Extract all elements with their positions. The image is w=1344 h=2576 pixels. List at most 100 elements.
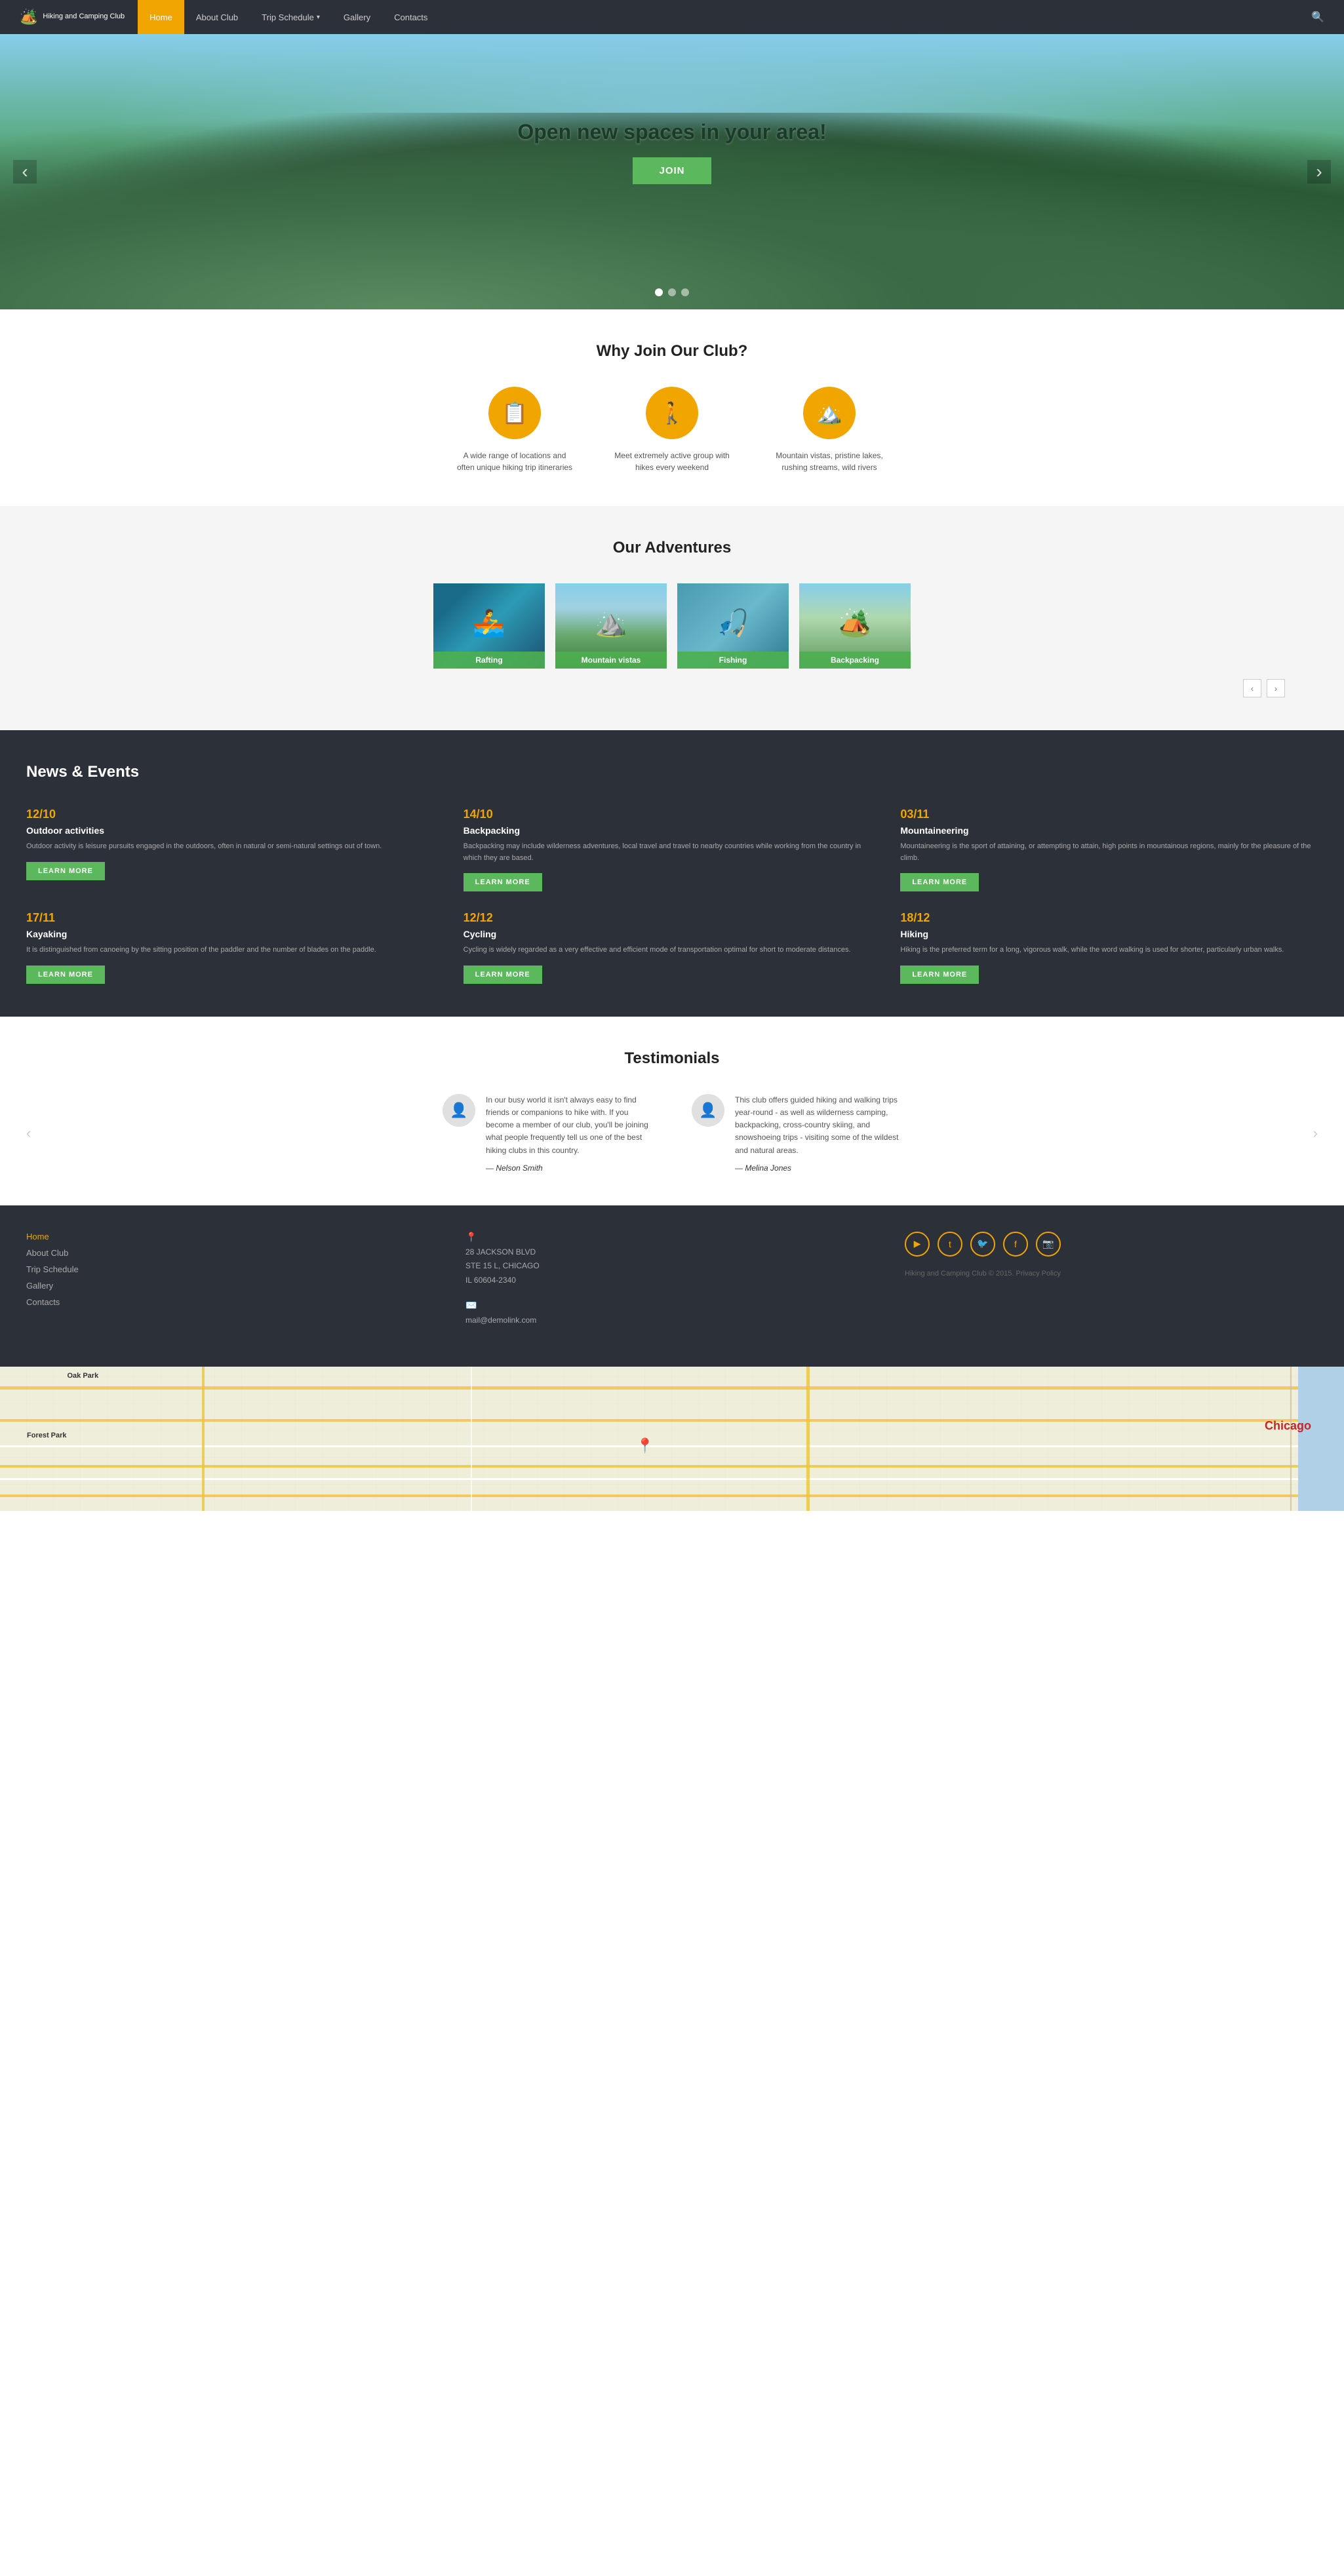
testimonials-title: Testimonials — [26, 1049, 1318, 1068]
news-learnmore-backpacking[interactable]: LEARN MORE — [464, 873, 542, 891]
map-road-v1 — [202, 1367, 205, 1511]
footer-street: 28 JACKSON BLVD — [465, 1247, 536, 1257]
nav-gallery[interactable]: Gallery — [332, 0, 382, 34]
news-learnmore-hiking[interactable]: LEARN MORE — [900, 966, 979, 984]
news-title-outdoor: Outdoor activities — [26, 825, 444, 836]
logo-icon: 🏕️ — [20, 9, 37, 26]
footer-social: ▶ t 🐦 f 📷 — [905, 1232, 1318, 1257]
testimonial-melina-content: This club offers guided hiking and walki… — [735, 1094, 901, 1173]
news-date-outdoor: 12/10 — [26, 808, 444, 821]
news-title-kayaking: Kayaking — [26, 929, 444, 939]
news-learnmore-cycling[interactable]: LEARN MORE — [464, 966, 542, 984]
nav-contacts[interactable]: Contacts — [382, 0, 439, 34]
adventure-backpacking[interactable]: Backpacking — [799, 583, 911, 669]
email-icon: ✉️ — [465, 1300, 879, 1311]
footer-link-trip[interactable]: Trip Schedule — [26, 1264, 439, 1274]
news-learnmore-outdoor[interactable]: LEARN MORE — [26, 862, 105, 880]
hero-prev-button[interactable]: ‹ — [13, 160, 37, 184]
map-pin: 📍 — [636, 1437, 654, 1454]
adventures-grid: Rafting Mountain vistas Fishing Backpack… — [20, 583, 1324, 669]
adventure-mountain[interactable]: Mountain vistas — [555, 583, 667, 669]
main-nav: Home About Club Trip Schedule Gallery Co… — [138, 0, 1324, 34]
news-item-backpacking: 14/10 Backpacking Backpacking may includ… — [464, 808, 881, 891]
join-button[interactable]: JOIN — [633, 157, 711, 184]
news-title-hiking: Hiking — [900, 929, 1318, 939]
feature-group-text: Meet extremely active group with hikes e… — [613, 450, 731, 473]
news-desc-cycling: Cycling is widely regarded as a very eff… — [464, 945, 881, 956]
testimonial-nelson-text: In our busy world it isn't always easy t… — [486, 1094, 652, 1157]
testimonials-prev-button[interactable]: ‹ — [26, 1125, 31, 1142]
social-instagram[interactable]: 📷 — [1036, 1232, 1061, 1257]
news-desc-hiking: Hiking is the preferred term for a long,… — [900, 945, 1318, 956]
adventure-rafting[interactable]: Rafting — [433, 583, 545, 669]
adventures-title: Our Adventures — [20, 539, 1324, 557]
nav-about[interactable]: About Club — [184, 0, 250, 34]
news-title-cycling: Cycling — [464, 929, 881, 939]
adventures-nav: ‹ › — [20, 679, 1324, 697]
footer-link-contacts[interactable]: Contacts — [26, 1297, 439, 1307]
news-section: News & Events 12/10 Outdoor activities O… — [0, 730, 1344, 1017]
footer-contact: 📍 28 JACKSON BLVD STE 15 L, CHICAGO IL 6… — [465, 1232, 879, 1327]
news-learnmore-kayaking[interactable]: LEARN MORE — [26, 966, 105, 984]
search-icon[interactable]: 🔍 — [1311, 10, 1324, 24]
social-twitter[interactable]: 🐦 — [970, 1232, 995, 1257]
testimonials-section: Testimonials ‹ 👤 In our busy world it is… — [0, 1017, 1344, 1205]
footer-grid: Home About Club Trip Schedule Gallery Co… — [26, 1232, 1318, 1327]
hero-dot-3[interactable] — [681, 288, 689, 296]
footer-social-column: ▶ t 🐦 f 📷 Hiking and Camping Club © 2015… — [905, 1232, 1318, 1327]
social-youtube[interactable]: ▶ — [905, 1232, 930, 1257]
news-item-cycling: 12/12 Cycling Cycling is widely regarded… — [464, 911, 881, 984]
news-desc-backpacking: Backpacking may include wilderness adven… — [464, 841, 881, 864]
news-title-backpacking: Backpacking — [464, 825, 881, 836]
news-desc-mountaineering: Mountaineering is the sport of attaining… — [900, 841, 1318, 864]
news-grid: 12/10 Outdoor activities Outdoor activit… — [26, 808, 1318, 984]
map-road-v2 — [471, 1367, 472, 1511]
news-learnmore-mountaineering[interactable]: LEARN MORE — [900, 873, 979, 891]
hero-dot-1[interactable] — [655, 288, 663, 296]
feature-locations: 📋 A wide range of locations and often un… — [456, 387, 574, 473]
feature-locations-icon: 📋 — [488, 387, 541, 439]
testimonial-melina: 👤 This club offers guided hiking and wal… — [692, 1094, 901, 1173]
nav-trip-schedule[interactable]: Trip Schedule — [250, 0, 332, 34]
news-item-outdoor: 12/10 Outdoor activities Outdoor activit… — [26, 808, 444, 891]
adventure-backpacking-label: Backpacking — [799, 652, 911, 669]
why-join-section: Why Join Our Club? 📋 A wide range of loc… — [0, 309, 1344, 506]
feature-group-icon: 🚶 — [646, 387, 698, 439]
testimonial-nelson-author: — Nelson Smith — [486, 1163, 652, 1173]
map-label-oak-park: Oak Park — [68, 1372, 99, 1380]
adventure-fishing[interactable]: Fishing — [677, 583, 789, 669]
news-item-mountaineering: 03/11 Mountaineering Mountaineering is t… — [900, 808, 1318, 891]
footer-copyright: Hiking and Camping Club © 2015. Privacy … — [905, 1270, 1318, 1278]
footer-link-gallery[interactable]: Gallery — [26, 1281, 439, 1291]
news-date-mountaineering: 03/11 — [900, 808, 1318, 821]
adventures-prev-button[interactable]: ‹ — [1243, 679, 1261, 697]
footer-nav: Home About Club Trip Schedule Gallery Co… — [26, 1232, 439, 1327]
testimonial-nelson-content: In our busy world it isn't always easy t… — [486, 1094, 652, 1173]
hero-dot-2[interactable] — [668, 288, 676, 296]
map-label-forest-park: Forest Park — [27, 1432, 67, 1439]
news-date-cycling: 12/12 — [464, 911, 881, 925]
testimonials-row: ‹ 👤 In our busy world it isn't always ea… — [26, 1094, 1318, 1173]
avatar-melina: 👤 — [692, 1094, 724, 1127]
news-title: News & Events — [26, 763, 1318, 781]
testimonial-melina-text: This club offers guided hiking and walki… — [735, 1094, 901, 1157]
footer-link-about[interactable]: About Club — [26, 1248, 439, 1258]
adventure-fishing-label: Fishing — [677, 652, 789, 669]
logo[interactable]: 🏕️ Hiking and Camping Club — [20, 9, 125, 26]
news-item-kayaking: 17/11 Kayaking It is distinguished from … — [26, 911, 444, 984]
footer-link-home[interactable]: Home — [26, 1232, 439, 1241]
why-join-title: Why Join Our Club? — [20, 342, 1324, 361]
hero-next-button[interactable]: › — [1307, 160, 1331, 184]
social-tumblr[interactable]: t — [938, 1232, 962, 1257]
footer-zip: IL 60604-2340 — [465, 1276, 516, 1285]
hero-title: Open new spaces in your area! — [517, 120, 826, 144]
feature-vistas-icon: 🏔️ — [803, 387, 856, 439]
news-date-kayaking: 17/11 — [26, 911, 444, 925]
adventure-mountain-label: Mountain vistas — [555, 652, 667, 669]
news-date-backpacking: 14/10 — [464, 808, 881, 821]
testimonials-next-button[interactable]: › — [1313, 1125, 1318, 1142]
location-icon: 📍 — [465, 1232, 879, 1243]
adventures-next-button[interactable]: › — [1267, 679, 1285, 697]
social-facebook[interactable]: f — [1003, 1232, 1028, 1257]
nav-home[interactable]: Home — [138, 0, 184, 34]
